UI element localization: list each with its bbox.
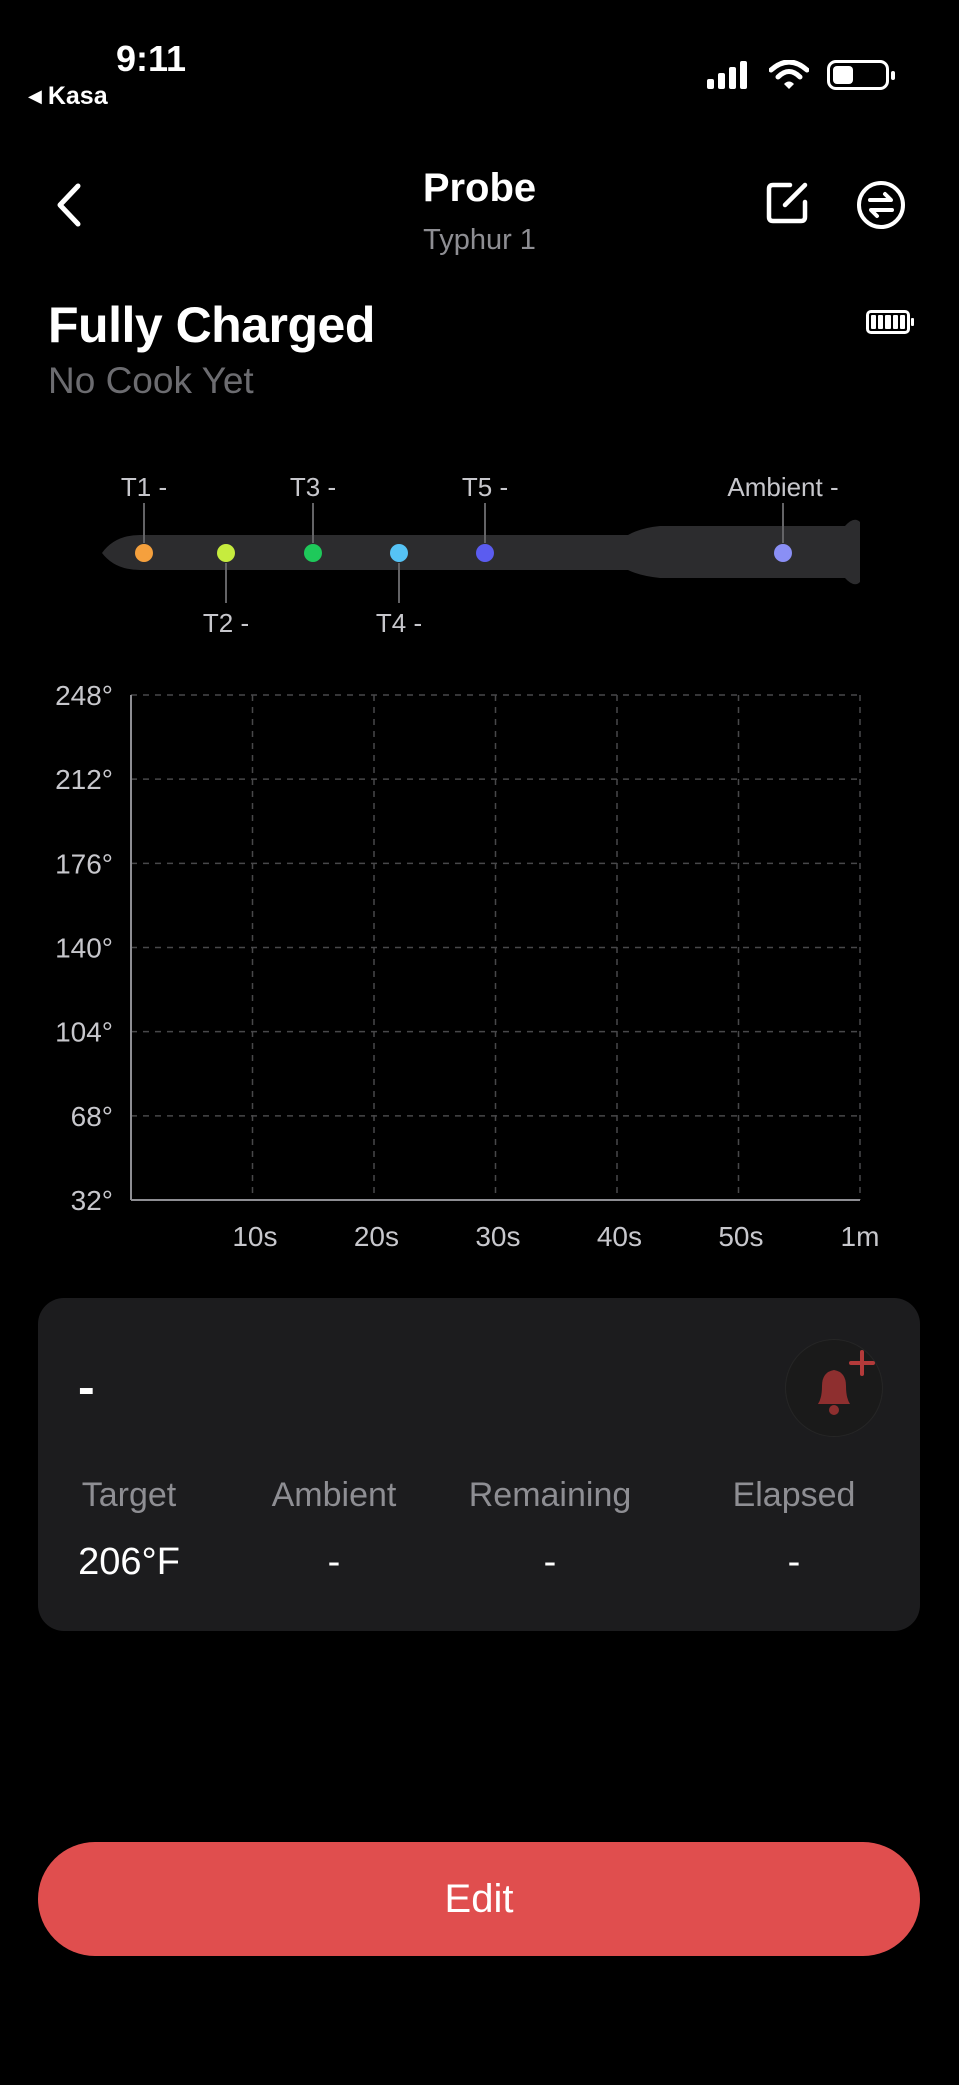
- stat-value: 206°F: [78, 1541, 180, 1583]
- stat-value: -: [543, 1541, 557, 1583]
- y-tick-label: 68°: [71, 1101, 113, 1132]
- sensor-label-ambient: Ambient -: [727, 472, 839, 502]
- back-triangle-icon: ◀: [28, 86, 42, 106]
- status-back-to-app[interactable]: ◀ Kasa: [28, 82, 108, 111]
- cook-status: No Cook Yet: [48, 360, 254, 401]
- phone-battery-icon: [827, 60, 895, 90]
- device-name: Typhur 1: [423, 224, 536, 256]
- stat-value: -: [327, 1541, 341, 1583]
- stat-target: Target 206°F: [64, 1476, 194, 1584]
- x-tick-label: 20s: [354, 1221, 399, 1252]
- stat-label: Ambient: [271, 1476, 397, 1514]
- x-tick-label: 10s: [232, 1221, 277, 1252]
- bell-plus-icon: [818, 1350, 875, 1415]
- edit-button[interactable]: Edit: [38, 1842, 920, 1956]
- y-tick-label: 140°: [55, 933, 113, 964]
- y-tick-label: 212°: [55, 764, 113, 795]
- probe-battery-icon: [866, 310, 914, 334]
- signal-icon: [707, 61, 747, 89]
- charge-status: Fully Charged: [48, 297, 375, 353]
- stat-value: -: [787, 1541, 801, 1583]
- x-tick-label: 40s: [597, 1221, 642, 1252]
- sensor-dot-t1: [135, 544, 153, 562]
- temperature-chart: 248° 212° 176° 140° 104° 68° 32° 10s 20s 30s 40s 50…: [55, 680, 880, 1252]
- edit-note-icon[interactable]: [764, 180, 810, 226]
- stat-label: Remaining: [468, 1476, 632, 1514]
- x-tick-label: 50s: [718, 1221, 763, 1252]
- sensor-dot-t4: [390, 544, 408, 562]
- x-tick-label: 30s: [475, 1221, 520, 1252]
- y-tick-label: 248°: [55, 680, 113, 711]
- status-icons: [707, 60, 895, 90]
- x-tick-label: 1m: [841, 1221, 880, 1252]
- sensor-label-t5: T5 -: [461, 472, 509, 502]
- temperature-card: - Target 206°F Ambient - Remaining - Ela…: [38, 1298, 920, 1631]
- y-tick-label: 104°: [55, 1017, 113, 1048]
- sensor-dot-ambient: [774, 544, 792, 562]
- y-tick-label: 32°: [71, 1185, 113, 1216]
- sensor-label-t2: T2 -: [202, 608, 250, 638]
- stat-elapsed: Elapsed -: [714, 1476, 874, 1584]
- stat-label: Target: [81, 1476, 177, 1514]
- sensor-label-t1: T1 -: [120, 472, 168, 502]
- sensor-dot-t5: [476, 544, 494, 562]
- sensor-dot-t3: [304, 544, 322, 562]
- stat-label: Elapsed: [732, 1476, 856, 1514]
- sensor-dot-t2: [217, 544, 235, 562]
- page-title: Probe: [422, 166, 537, 210]
- sensor-label-t4: T4 -: [375, 608, 423, 638]
- stat-ambient: Ambient -: [254, 1476, 414, 1584]
- y-tick-label: 176°: [55, 848, 113, 879]
- switch-device-icon[interactable]: [856, 180, 906, 230]
- wifi-icon: [769, 60, 809, 89]
- add-alarm-button[interactable]: [786, 1340, 882, 1436]
- status-back-label: Kasa: [47, 82, 108, 110]
- sensor-label-t3: T3 -: [289, 472, 337, 502]
- stat-remaining: Remaining -: [450, 1476, 650, 1584]
- status-time: 9:11: [116, 38, 187, 79]
- current-temperature: -: [78, 1359, 95, 1415]
